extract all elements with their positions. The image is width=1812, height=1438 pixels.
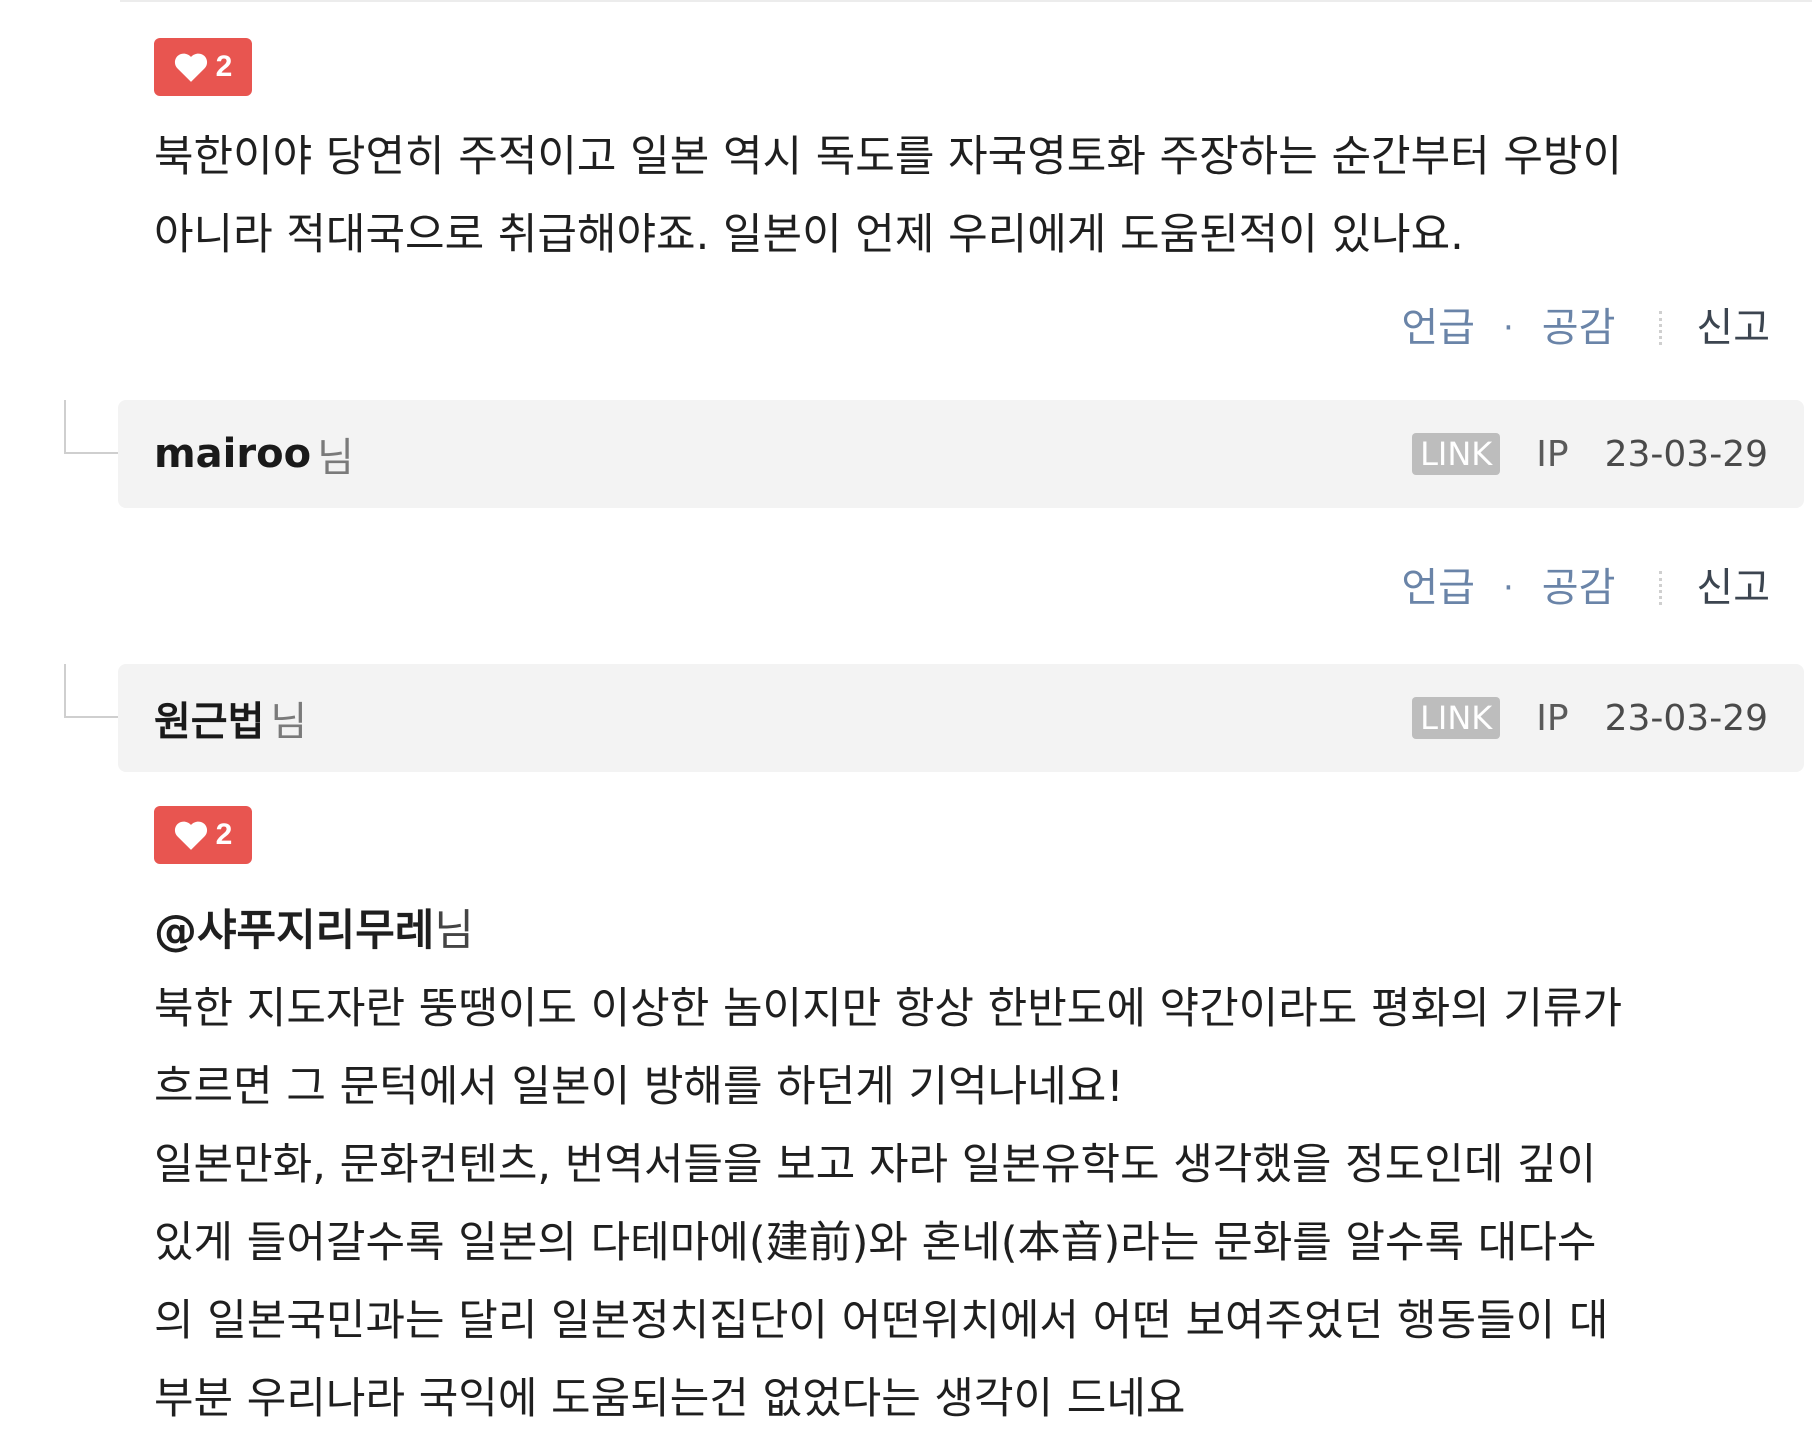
author[interactable]: 원근법 님 — [154, 664, 307, 772]
action-separator — [1659, 311, 1663, 345]
reply-meta: LINK IP 23-03-29 — [1412, 664, 1768, 772]
link-badge[interactable]: LINK — [1412, 697, 1501, 739]
reply-header: mairoo 님 LINK IP 23-03-29 — [118, 400, 1804, 508]
comment-line: 흐르면 그 문턱에서 일본이 방해를 하던게 기억나네요! — [154, 1062, 1124, 1112]
heart-icon — [174, 52, 208, 82]
report-link[interactable]: 신고 — [1696, 558, 1770, 618]
author-name[interactable]: mairoo — [154, 431, 311, 477]
author-name[interactable]: 원근법 — [154, 689, 264, 747]
like-count: 2 — [215, 50, 233, 83]
reply-connector — [64, 400, 118, 454]
comment-actions: 언급 · 공감 신고 — [1401, 558, 1770, 618]
author-suffix: 님 — [317, 435, 354, 481]
action-dot: · — [1502, 308, 1514, 348]
like-count: 2 — [215, 818, 233, 851]
reply-connector — [64, 664, 118, 718]
like-badge[interactable]: 2 — [154, 38, 252, 96]
comment-line: 부분 우리나라 국익에 도움되는건 없었다는 생각이 드네요 — [154, 1374, 1186, 1424]
top-divider — [120, 0, 1812, 2]
reply-header: 원근법 님 LINK IP 23-03-29 — [118, 664, 1804, 772]
comment-actions: 언급 · 공감 신고 — [1401, 298, 1770, 358]
mention-suffix: 님 — [434, 906, 474, 956]
comment-line: 아니라 적대국으로 취급해야죠. 일본이 언제 우리에게 도움된적이 있나요. — [154, 210, 1464, 260]
comment-body: @샤푸지리무레님 북한 지도자란 뚱땡이도 이상한 놈이지만 항상 한반도에 약… — [154, 892, 1774, 1438]
reply-meta: LINK IP 23-03-29 — [1412, 400, 1768, 508]
date-label: 23-03-29 — [1604, 697, 1768, 739]
like-link[interactable]: 공감 — [1542, 558, 1616, 618]
comment-line: 있게 들어갈수록 일본의 다테마에(建前)와 혼네(本音)라는 문화를 알수록 … — [154, 1218, 1597, 1268]
comment-line: 의 일본국민과는 달리 일본정치집단이 어떤위치에서 어떤 보여주었던 행동들이… — [154, 1296, 1609, 1346]
mention-link[interactable]: 언급 — [1401, 558, 1475, 618]
comment-body: 북한이야 당연히 주적이고 일본 역시 독도를 자국영토화 주장하는 순간부터 … — [154, 118, 1774, 274]
heart-icon — [174, 820, 208, 850]
like-link[interactable]: 공감 — [1542, 298, 1616, 358]
like-badge[interactable]: 2 — [154, 806, 252, 864]
link-badge[interactable]: LINK — [1412, 433, 1501, 475]
author-suffix: 님 — [270, 699, 308, 745]
action-separator — [1659, 571, 1663, 605]
comment-line: 북한이야 당연히 주적이고 일본 역시 독도를 자국영토화 주장하는 순간부터 … — [154, 132, 1623, 182]
mention-link[interactable]: 언급 — [1401, 298, 1475, 358]
mention-line: @샤푸지리무레님 — [154, 892, 1774, 970]
comment-line: 북한 지도자란 뚱땡이도 이상한 놈이지만 항상 한반도에 약간이라도 평화의 … — [154, 984, 1623, 1034]
ip-label: IP — [1536, 433, 1569, 475]
mention[interactable]: @샤푸지리무레 — [154, 906, 434, 956]
author[interactable]: mairoo 님 — [154, 400, 354, 508]
date-label: 23-03-29 — [1604, 433, 1768, 475]
comment-line: 일본만화, 문화컨텐츠, 번역서들을 보고 자라 일본유학도 생각했을 정도인데… — [154, 1140, 1597, 1190]
report-link[interactable]: 신고 — [1696, 298, 1770, 358]
ip-label: IP — [1536, 697, 1569, 739]
action-dot: · — [1502, 568, 1514, 608]
